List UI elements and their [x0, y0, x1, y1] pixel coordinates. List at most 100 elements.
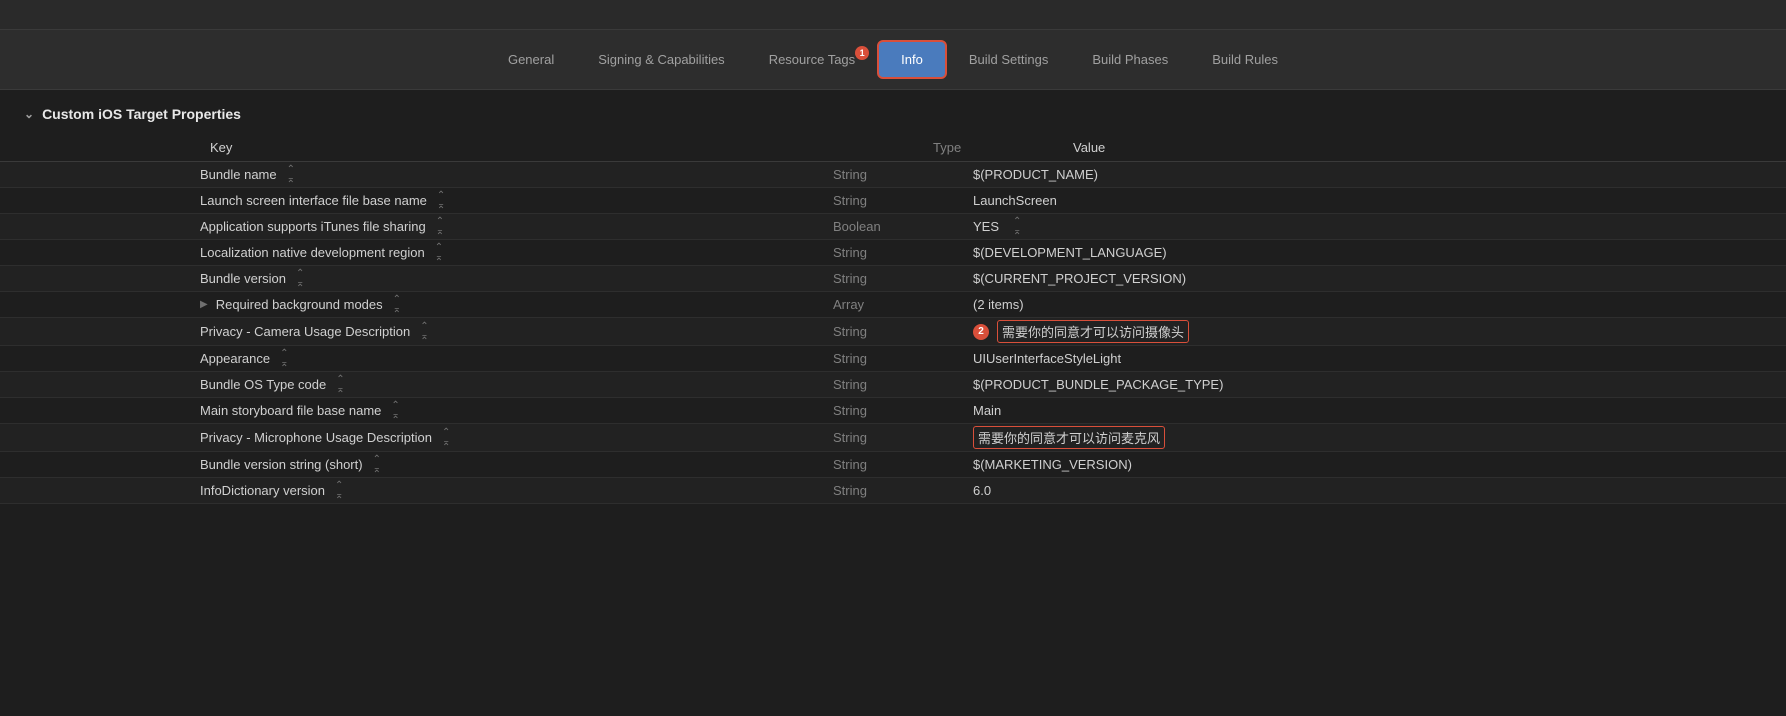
col-value-8: $(PRODUCT_BUNDLE_PACKAGE_TYPE) [953, 377, 1786, 392]
table-row[interactable]: Bundle name ⌃⌅ String $(PRODUCT_NAME) [0, 162, 1786, 188]
col-key-2: Application supports iTunes file sharing… [0, 217, 833, 237]
col-type-12: String [833, 483, 953, 498]
table-row[interactable]: Application supports iTunes file sharing… [0, 214, 1786, 240]
key-stepper-4[interactable]: ⌃⌅ [296, 269, 304, 289]
key-label-1: Launch screen interface file base name [200, 193, 427, 208]
section-title: Custom iOS Target Properties [42, 106, 241, 122]
table-row[interactable]: ▶ Required background modes ⌃⌅ Array (2 item… [0, 292, 1786, 318]
key-stepper-1[interactable]: ⌃⌅ [437, 191, 445, 211]
expand-arrow-5[interactable]: ▶ [200, 299, 208, 310]
table-row[interactable]: InfoDictionary version ⌃⌅ String6.0 [0, 478, 1786, 504]
key-label-3: Localization native development region [200, 245, 425, 260]
key-label-5: Required background modes [216, 297, 383, 312]
table-row[interactable]: Launch screen interface file base name ⌃⌅… [0, 188, 1786, 214]
col-value-5: (2 items) [953, 297, 1786, 312]
col-value-10: 需要你的同意才可以访问麦克风 [953, 426, 1786, 449]
tab-resource-tags[interactable]: Resource Tags1 [747, 42, 877, 77]
col-value-1: LaunchScreen [953, 193, 1786, 208]
table-row[interactable]: Bundle version string (short) ⌃⌅ String $(M… [0, 452, 1786, 478]
key-label-10: Privacy - Microphone Usage Description [200, 430, 432, 445]
col-key-12: InfoDictionary version ⌃⌅ [0, 481, 833, 501]
key-stepper-8[interactable]: ⌃⌅ [336, 375, 344, 395]
table-row[interactable]: Appearance ⌃⌅ String UIUserInterfaceStyleLi… [0, 346, 1786, 372]
col-type-5: Array [833, 297, 953, 312]
value-text-7: UIUserInterfaceStyleLight [973, 351, 1121, 366]
key-stepper-6[interactable]: ⌃⌅ [420, 322, 428, 342]
col-key-8: Bundle OS Type code ⌃⌅ [0, 375, 833, 395]
col-key-11: Bundle version string (short) ⌃⌅ [0, 455, 833, 475]
key-stepper-2[interactable]: ⌃⌅ [436, 217, 444, 237]
col-key-4: Bundle version ⌃⌅ [0, 269, 833, 289]
value-text-0: $(PRODUCT_NAME) [973, 167, 1098, 182]
tab-build-phases[interactable]: Build Phases [1070, 42, 1190, 77]
col-value-7: UIUserInterfaceStyleLight [953, 351, 1786, 366]
col-key-3: Localization native development region ⌃⌅ [0, 243, 833, 263]
col-value-9: Main [953, 403, 1786, 418]
key-label-8: Bundle OS Type code [200, 377, 326, 392]
col-value-12: 6.0 [953, 483, 1786, 498]
tab-info[interactable]: Info [877, 40, 947, 79]
header-key: Key [200, 140, 933, 155]
col-key-1: Launch screen interface file base name ⌃⌅ [0, 191, 833, 211]
key-label-6: Privacy - Camera Usage Description [200, 324, 410, 339]
rows-container: Bundle name ⌃⌅ String $(PRODUCT_NAME) Launch… [0, 162, 1786, 504]
value-text-2: YES [973, 219, 999, 234]
col-key-10: Privacy - Microphone Usage Description ⌃⌅ [0, 428, 833, 448]
table-row[interactable]: Bundle version⌃⌅String$(CURRENT_PROJECT_… [0, 266, 1786, 292]
col-type-7: String [833, 351, 953, 366]
value-text-8: $(PRODUCT_BUNDLE_PACKAGE_TYPE) [973, 377, 1223, 392]
value-text-1: LaunchScreen [973, 193, 1057, 208]
value-text-11: $(MARKETING_VERSION) [973, 457, 1132, 472]
tab-bar: GeneralSigning & CapabilitiesResource Ta… [0, 30, 1786, 90]
key-label-4: Bundle version [200, 271, 286, 286]
key-label-7: Appearance [200, 351, 270, 366]
tab-signing[interactable]: Signing & Capabilities [576, 42, 746, 77]
section-chevron[interactable]: ⌄ [24, 107, 34, 121]
col-type-0: String [833, 167, 953, 182]
col-type-4: String [833, 271, 953, 286]
header-type: Type [933, 140, 1053, 155]
col-type-2: Boolean [833, 219, 953, 234]
value-text-9: Main [973, 403, 1001, 418]
table-row[interactable]: Main storyboard file base name⌃⌅StringMa… [0, 398, 1786, 424]
key-label-0: Bundle name [200, 167, 277, 182]
col-value-11: $(MARKETING_VERSION) [953, 457, 1786, 472]
key-stepper-0[interactable]: ⌃⌅ [287, 165, 295, 185]
col-value-6: 2 需要你的同意才可以访问摄像头 [953, 320, 1786, 343]
col-type-8: String [833, 377, 953, 392]
key-stepper-11[interactable]: ⌃⌅ [373, 455, 381, 475]
value-text-3: $(DEVELOPMENT_LANGUAGE) [973, 245, 1167, 260]
col-value-2: YES ⌃⌅ [953, 217, 1786, 237]
col-key-6: Privacy - Camera Usage Description ⌃⌅ [0, 322, 833, 342]
key-stepper-3[interactable]: ⌃⌅ [435, 243, 443, 263]
key-stepper-9[interactable]: ⌃⌅ [391, 401, 399, 421]
value-stepper-2[interactable]: ⌃⌅ [1013, 217, 1021, 237]
col-type-3: String [833, 245, 953, 260]
col-type-11: String [833, 457, 953, 472]
value-text-5: (2 items) [973, 297, 1024, 312]
key-stepper-12[interactable]: ⌃⌅ [335, 481, 343, 501]
key-label-9: Main storyboard file base name [200, 403, 381, 418]
col-type-6: String [833, 324, 953, 339]
col-value-0: $(PRODUCT_NAME) [953, 167, 1786, 182]
key-stepper-7[interactable]: ⌃⌅ [280, 349, 288, 369]
tab-general[interactable]: General [486, 42, 576, 77]
key-label-12: InfoDictionary version [200, 483, 325, 498]
top-bar [0, 0, 1786, 30]
tab-build-settings[interactable]: Build Settings [947, 42, 1071, 77]
value-text-6: 需要你的同意才可以访问摄像头 [997, 320, 1189, 343]
col-key-9: Main storyboard file base name ⌃⌅ [0, 401, 833, 421]
col-key-7: Appearance ⌃⌅ [0, 349, 833, 369]
key-stepper-5[interactable]: ⌃⌅ [393, 295, 401, 315]
table-row[interactable]: Privacy - Microphone Usage Description ⌃⌅… [0, 424, 1786, 452]
table-row[interactable]: Localization native development region ⌃⌅… [0, 240, 1786, 266]
annotation-badge-6: 2 [973, 324, 989, 340]
key-stepper-10[interactable]: ⌃⌅ [442, 428, 450, 448]
table-row[interactable]: Privacy - Camera Usage Description ⌃⌅ Stri… [0, 318, 1786, 346]
col-key-0: Bundle name ⌃⌅ [0, 165, 833, 185]
table-row[interactable]: Bundle OS Type code ⌃⌅ String $(PRODUCT_BUN… [0, 372, 1786, 398]
table-header: Key Type Value [0, 134, 1786, 162]
col-type-9: String [833, 403, 953, 418]
tab-build-rules[interactable]: Build Rules [1190, 42, 1300, 77]
key-label-11: Bundle version string (short) [200, 457, 363, 472]
